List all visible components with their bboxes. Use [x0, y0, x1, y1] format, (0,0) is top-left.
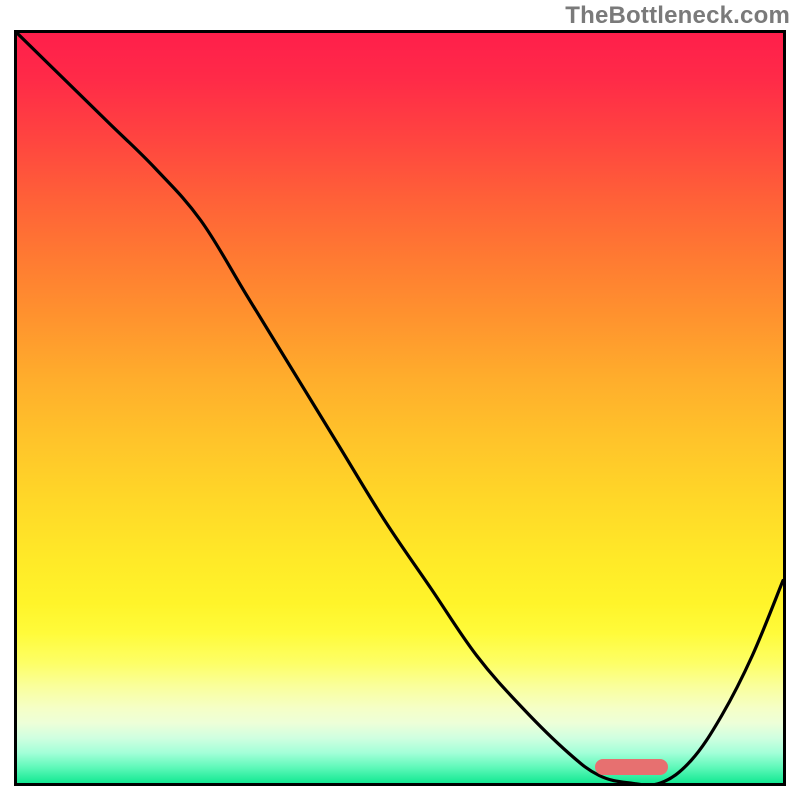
- plot-frame: [14, 30, 786, 786]
- optimal-range-marker: [595, 759, 668, 775]
- chart-container: TheBottleneck.com: [0, 0, 800, 800]
- curve-svg: [17, 33, 783, 783]
- bottleneck-curve-line: [17, 33, 783, 783]
- watermark-text: TheBottleneck.com: [565, 2, 790, 30]
